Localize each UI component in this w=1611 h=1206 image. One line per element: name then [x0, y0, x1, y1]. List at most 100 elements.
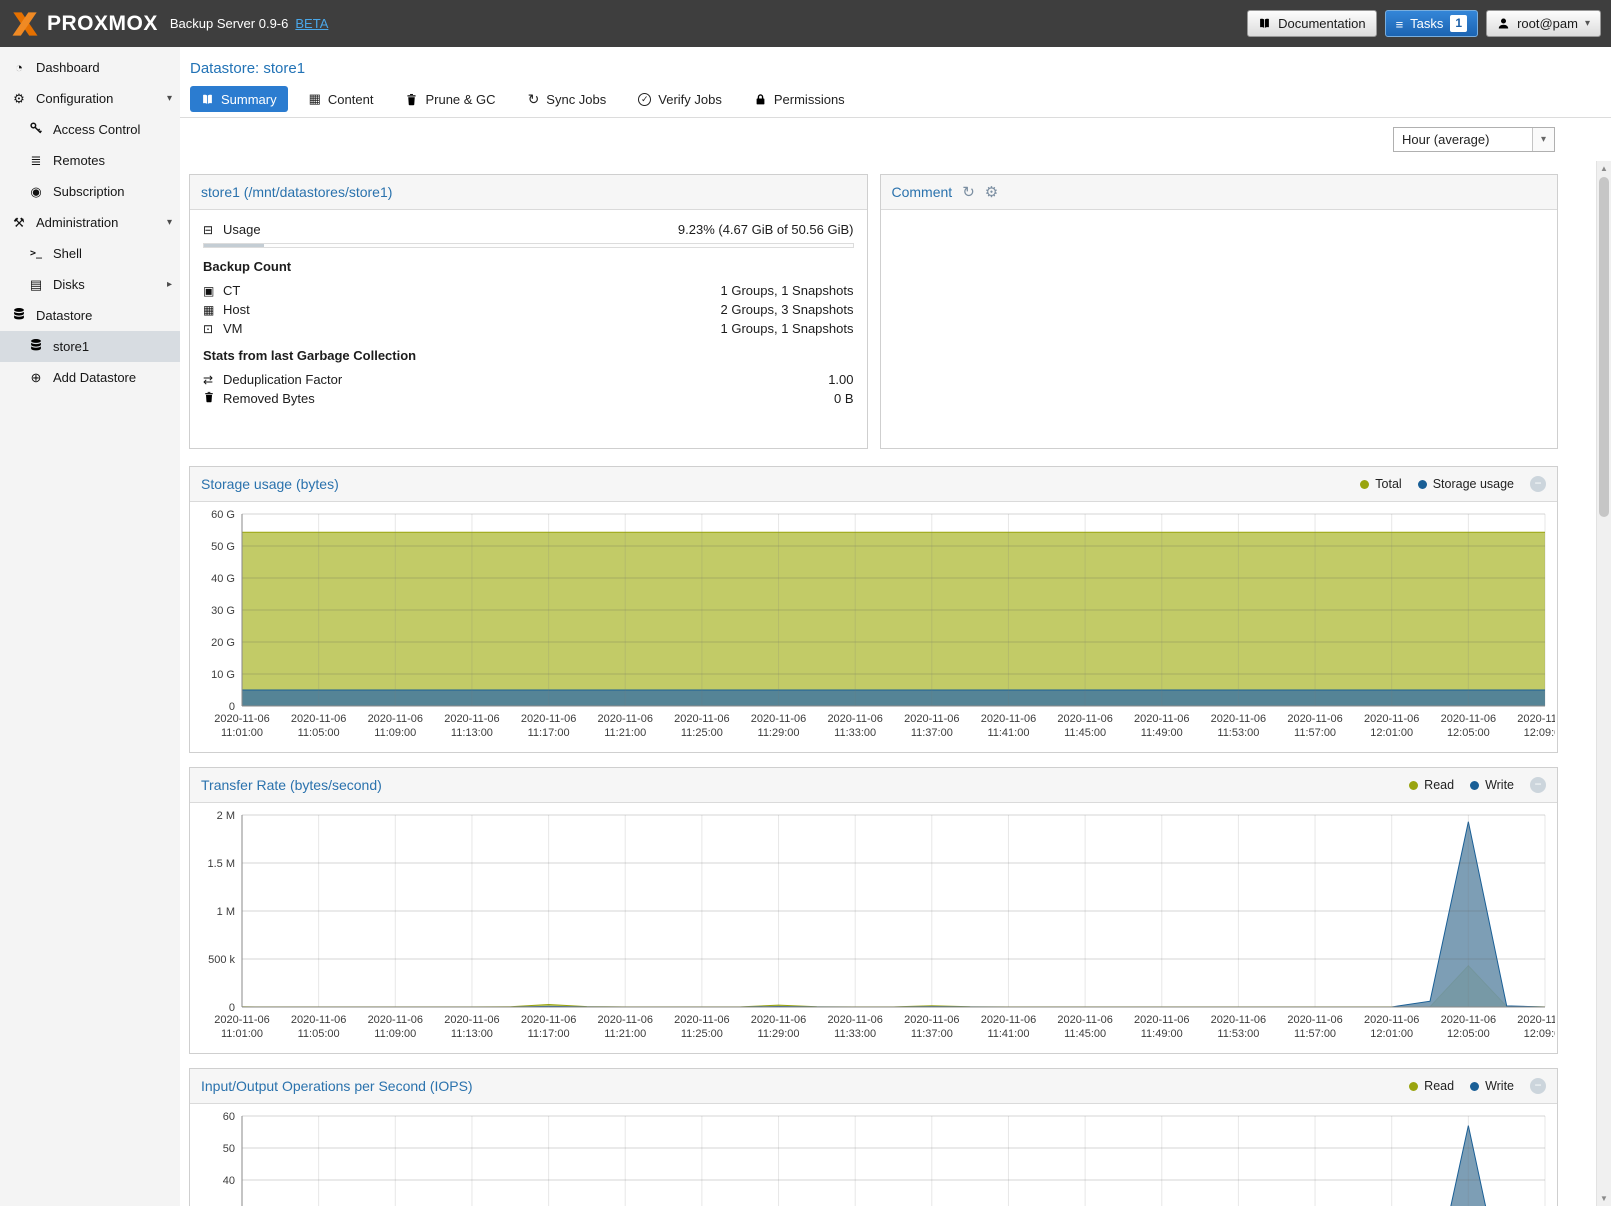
- tab-permissions[interactable]: Permissions: [743, 86, 856, 112]
- svg-text:11:45:00: 11:45:00: [1064, 727, 1106, 739]
- sidebar-item-subscription[interactable]: ◉ Subscription: [0, 176, 180, 207]
- svg-text:2020-11-06: 2020-11-06: [214, 1014, 269, 1026]
- lock-icon: [754, 93, 767, 106]
- legend-item[interactable]: Read: [1409, 1079, 1454, 1093]
- svg-text:2020-11-06: 2020-11-06: [674, 713, 729, 725]
- legend-item[interactable]: Write: [1470, 1079, 1514, 1093]
- svg-text:12:01:00: 12:01:00: [1370, 1028, 1413, 1040]
- svg-text:2020-11-06: 2020-11-06: [1057, 713, 1112, 725]
- svg-text:2020-11-06: 2020-11-06: [1211, 713, 1266, 725]
- user-menu-button[interactable]: root@pam ▾: [1486, 10, 1601, 37]
- chevron-down-icon[interactable]: ▾: [1532, 128, 1554, 151]
- sidebar-item-administration[interactable]: ⚒ Administration ▾: [0, 207, 180, 238]
- sidebar-item-dashboard[interactable]: ◔ Dashboard: [0, 52, 180, 83]
- vertical-scrollbar[interactable]: ▲ ▼: [1596, 161, 1611, 1206]
- svg-text:2020-11-06: 2020-11-06: [214, 713, 269, 725]
- legend-item[interactable]: Read: [1409, 778, 1454, 792]
- svg-text:2020-11-06: 2020-11-06: [1287, 1014, 1342, 1026]
- time-range-select[interactable]: Hour (average) ▾: [1393, 127, 1555, 152]
- sidebar-item-configuration[interactable]: ⚙ Configuration ▾: [0, 83, 180, 114]
- trash-icon: [203, 391, 223, 406]
- svg-text:2020-11-06: 2020-11-06: [904, 1014, 959, 1026]
- wrench-icon: ⚒: [11, 215, 27, 231]
- dedup-row: ⇄ Deduplication Factor 1.00: [203, 370, 854, 389]
- proxmox-x-icon: [10, 9, 40, 39]
- building-icon: ▦: [203, 303, 223, 317]
- sidebar-item-disks[interactable]: ▤ Disks ▸: [0, 269, 180, 300]
- proxmox-logo: PROXMOX: [10, 9, 158, 39]
- svg-text:11:33:00: 11:33:00: [834, 1028, 876, 1040]
- collapse-minus-icon[interactable]: −: [1530, 1078, 1546, 1094]
- svg-text:2020-11-06: 2020-11-06: [444, 1014, 499, 1026]
- svg-text:2020-11-06: 2020-11-06: [1517, 713, 1555, 725]
- beta-link[interactable]: BETA: [295, 16, 328, 31]
- removed-bytes-row: Removed Bytes 0 B: [203, 389, 854, 408]
- svg-text:11:09:00: 11:09:00: [374, 1028, 416, 1040]
- sidebar-item-datastore[interactable]: Datastore: [0, 300, 180, 331]
- sidebar-item-access-control[interactable]: Access Control: [0, 114, 180, 145]
- comment-body[interactable]: [881, 210, 1558, 230]
- tab-sync-jobs[interactable]: ↻ Sync Jobs: [517, 86, 618, 112]
- svg-text:2020-11-06: 2020-11-06: [981, 713, 1036, 725]
- chevron-down-icon[interactable]: ▾: [167, 217, 172, 228]
- tasks-button[interactable]: ≡ Tasks 1: [1385, 10, 1479, 37]
- tab-content[interactable]: ▦ Content: [298, 86, 385, 112]
- legend-dot: [1360, 480, 1369, 489]
- iops-chart: 01020304050602020-11-0611:01:002020-11-0…: [192, 1108, 1555, 1206]
- collapse-minus-icon[interactable]: −: [1530, 777, 1546, 793]
- product-subtitle: Backup Server 0.9-6: [170, 16, 289, 31]
- tab-summary[interactable]: Summary: [190, 86, 288, 112]
- refresh-icon[interactable]: ↻: [962, 183, 975, 201]
- chart-title: Storage usage (bytes): [201, 476, 339, 492]
- svg-text:11:25:00: 11:25:00: [681, 1028, 723, 1040]
- svg-text:2020-11-06: 2020-11-06: [1134, 1014, 1189, 1026]
- svg-text:12:05:00: 12:05:00: [1447, 727, 1490, 739]
- brand-name: PROXMOX: [47, 12, 158, 36]
- chevron-right-icon[interactable]: ▸: [167, 279, 172, 290]
- storage-usage-chart: 010 G20 G30 G40 G50 G60 G2020-11-0611:01…: [192, 506, 1555, 750]
- backup-count-header: Backup Count: [203, 259, 854, 274]
- chart-range-toolbar: Hour (average) ▾: [180, 118, 1611, 161]
- svg-text:2020-11-06: 2020-11-06: [1134, 713, 1189, 725]
- svg-text:2020-11-06: 2020-11-06: [1441, 1014, 1496, 1026]
- legend-item[interactable]: Storage usage: [1418, 477, 1514, 491]
- chevron-down-icon[interactable]: ▾: [167, 93, 172, 104]
- svg-text:2020-11-06: 2020-11-06: [1211, 1014, 1266, 1026]
- svg-text:11:57:00: 11:57:00: [1294, 727, 1336, 739]
- svg-text:11:45:00: 11:45:00: [1064, 1028, 1106, 1040]
- svg-text:11:53:00: 11:53:00: [1217, 727, 1259, 739]
- svg-text:11:37:00: 11:37:00: [911, 727, 953, 739]
- hdd-icon: ⊟: [203, 223, 223, 237]
- tab-prune-gc[interactable]: Prune & GC: [394, 86, 506, 112]
- legend-item[interactable]: Write: [1470, 778, 1514, 792]
- scroll-up-icon[interactable]: ▲: [1597, 161, 1611, 176]
- chart-title: Input/Output Operations per Second (IOPS…: [201, 1078, 473, 1094]
- disks-icon: ▤: [28, 277, 44, 293]
- sidebar-item-shell[interactable]: >_ Shell: [0, 238, 180, 269]
- book-icon: [201, 93, 214, 106]
- svg-text:500 k: 500 k: [208, 954, 235, 966]
- app-window: PROXMOX Backup Server 0.9-6 BETA Documen…: [0, 0, 1611, 1206]
- svg-text:2020-11-06: 2020-11-06: [827, 1014, 882, 1026]
- usage-progressbar: [203, 243, 854, 248]
- gear-icon[interactable]: ⚙: [985, 183, 998, 201]
- user-icon: [1497, 17, 1510, 30]
- collapse-minus-icon[interactable]: −: [1530, 476, 1546, 492]
- legend-item[interactable]: Total: [1360, 477, 1401, 491]
- svg-text:11:57:00: 11:57:00: [1294, 1028, 1336, 1040]
- scrollbar-thumb[interactable]: [1599, 177, 1609, 517]
- sidebar-item-add-datastore[interactable]: ⊕ Add Datastore: [0, 362, 180, 393]
- sidebar-nav: ◔ Dashboard ⚙ Configuration ▾ Access Con…: [0, 47, 180, 1206]
- transfer-rate-chart: 0500 k1 M1.5 M2 M2020-11-0611:01:002020-…: [192, 807, 1555, 1051]
- sidebar-item-store1[interactable]: store1: [0, 331, 180, 362]
- gc-stats-header: Stats from last Garbage Collection: [203, 348, 854, 363]
- monitor-icon: ⊡: [203, 322, 223, 336]
- tab-verify-jobs[interactable]: ✓ Verify Jobs: [627, 86, 733, 112]
- comment-panel: Comment ↻ ⚙: [880, 174, 1559, 449]
- compress-arrows-icon: ⇄: [203, 373, 223, 387]
- svg-text:11:53:00: 11:53:00: [1217, 1028, 1259, 1040]
- scroll-down-icon[interactable]: ▼: [1597, 1191, 1611, 1206]
- documentation-button[interactable]: Documentation: [1247, 10, 1376, 37]
- svg-text:2 M: 2 M: [217, 810, 235, 822]
- sidebar-item-remotes[interactable]: ≣ Remotes: [0, 145, 180, 176]
